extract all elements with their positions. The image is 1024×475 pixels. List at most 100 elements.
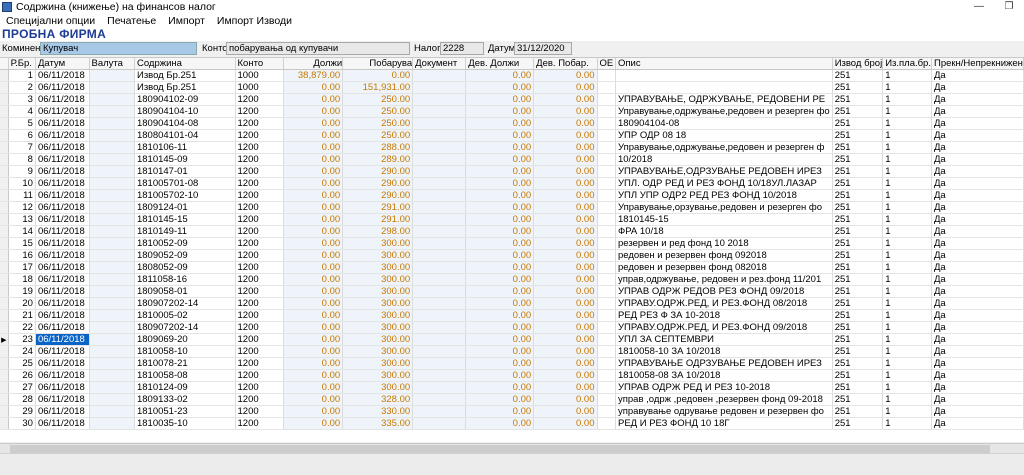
table-cell[interactable]: 25: [8, 357, 36, 370]
table-cell[interactable]: 251: [832, 141, 884, 154]
table-cell[interactable]: Управување,орзување,редовен и резерген ф…: [615, 201, 833, 214]
table-cell[interactable]: 06/11/2018: [35, 393, 90, 406]
table-cell[interactable]: 251: [832, 261, 884, 274]
table-cell[interactable]: 0.00: [283, 189, 344, 202]
table-cell[interactable]: 180907202-14: [134, 297, 236, 310]
table-cell[interactable]: [412, 225, 467, 238]
table-cell[interactable]: [412, 81, 467, 94]
column-header[interactable]: Извод број: [832, 58, 884, 70]
table-cell[interactable]: 12: [8, 201, 36, 214]
table-cell[interactable]: [89, 273, 135, 286]
table-cell[interactable]: 0.00: [465, 93, 535, 106]
table-cell[interactable]: 2: [8, 81, 36, 94]
table-cell[interactable]: [597, 309, 616, 322]
table-cell[interactable]: [89, 381, 135, 394]
table-cell[interactable]: Управување,одржување,редовен и резерген …: [615, 141, 833, 154]
table-cell[interactable]: [597, 417, 616, 430]
table-row[interactable]: 8 06/11/2018 1810145-09 1200 0.00 289.00 0.00 0…: [0, 153, 1024, 166]
table-cell[interactable]: 0.00: [283, 93, 344, 106]
table-row[interactable]: 13 06/11/2018 1810145-15 1200 0.00 291.00 0.00…: [0, 213, 1024, 226]
table-cell[interactable]: Да: [931, 189, 1024, 202]
table-cell[interactable]: 291.00: [342, 213, 414, 226]
table-cell[interactable]: 1200: [235, 405, 284, 418]
table-cell[interactable]: [597, 369, 616, 382]
table-cell[interactable]: 20: [8, 297, 36, 310]
table-cell[interactable]: [412, 141, 467, 154]
table-cell[interactable]: 1811058-16: [134, 273, 236, 286]
table-cell[interactable]: 1200: [235, 165, 284, 178]
table-cell[interactable]: 0.00: [465, 189, 535, 202]
row-indicator[interactable]: [0, 81, 9, 94]
table-cell[interactable]: 0.00: [465, 165, 535, 178]
table-cell[interactable]: Да: [931, 129, 1024, 142]
table-row[interactable]: 25 06/11/2018 1810078-21 1200 0.00 300.00 0.00…: [0, 357, 1024, 370]
row-indicator[interactable]: [0, 417, 9, 430]
table-cell[interactable]: Да: [931, 345, 1024, 358]
table-cell[interactable]: 1: [882, 273, 932, 286]
table-cell[interactable]: 1200: [235, 141, 284, 154]
table-row[interactable]: 4 06/11/2018 180904104-10 1200 0.00 250.00 0.0…: [0, 105, 1024, 118]
table-cell[interactable]: 10: [8, 177, 36, 190]
table-cell[interactable]: 300.00: [342, 309, 414, 322]
table-cell[interactable]: 1200: [235, 357, 284, 370]
table-cell[interactable]: 1: [882, 189, 932, 202]
table-cell[interactable]: 300.00: [342, 357, 414, 370]
table-cell[interactable]: [89, 297, 135, 310]
table-cell[interactable]: 0.00: [533, 81, 598, 94]
table-cell[interactable]: 1200: [235, 225, 284, 238]
table-cell[interactable]: 0.00: [283, 393, 344, 406]
table-cell[interactable]: 251: [832, 321, 884, 334]
row-indicator[interactable]: [0, 225, 9, 238]
table-cell[interactable]: 1000: [235, 69, 284, 82]
table-cell[interactable]: [89, 261, 135, 274]
column-header[interactable]: Конто: [235, 58, 284, 70]
table-cell[interactable]: 0.00: [533, 213, 598, 226]
restore-button[interactable]: ❐: [994, 0, 1024, 13]
table-cell[interactable]: 0.00: [533, 177, 598, 190]
table-cell[interactable]: 06/11/2018: [35, 357, 90, 370]
table-cell[interactable]: 251: [832, 153, 884, 166]
table-cell[interactable]: 9: [8, 165, 36, 178]
column-header[interactable]: Дев. Побар.: [533, 58, 598, 70]
column-header[interactable]: Побарува: [342, 58, 414, 70]
table-cell[interactable]: 0.00: [283, 249, 344, 262]
table-cell[interactable]: РЕД И РЕЗ ФОНД 10 18Г: [615, 417, 833, 430]
table-cell[interactable]: [412, 357, 467, 370]
table-cell[interactable]: 1810124-09: [134, 381, 236, 394]
table-cell[interactable]: 251: [832, 105, 884, 118]
table-row[interactable]: 10 06/11/2018 181005701-08 1200 0.00 290.00 0.…: [0, 177, 1024, 190]
table-cell[interactable]: 0.00: [533, 249, 598, 262]
table-cell[interactable]: 06/11/2018: [35, 297, 90, 310]
table-cell[interactable]: 0.00: [533, 105, 598, 118]
table-cell[interactable]: [412, 93, 467, 106]
nalog-field[interactable]: 2228: [440, 42, 484, 55]
table-cell[interactable]: 0.00: [533, 189, 598, 202]
table-cell[interactable]: 06/11/2018: [35, 309, 90, 322]
row-indicator[interactable]: [0, 93, 9, 106]
table-cell[interactable]: [412, 189, 467, 202]
table-cell[interactable]: [412, 117, 467, 130]
table-cell[interactable]: 0.00: [283, 381, 344, 394]
table-cell[interactable]: [89, 117, 135, 130]
table-cell[interactable]: 38,879.00: [283, 69, 344, 82]
table-cell[interactable]: [89, 321, 135, 334]
table-cell[interactable]: 0.00: [533, 417, 598, 430]
table-cell[interactable]: Да: [931, 405, 1024, 418]
table-cell[interactable]: 0.00: [533, 129, 598, 142]
table-cell[interactable]: УПРАВ ОДРЖ РЕД И РЕЗ 10-2018: [615, 381, 833, 394]
table-cell[interactable]: 250.00: [342, 93, 414, 106]
table-cell[interactable]: [412, 237, 467, 250]
table-cell[interactable]: 0.00: [465, 129, 535, 142]
table-cell[interactable]: Да: [931, 213, 1024, 226]
table-row[interactable]: 27 06/11/2018 1810124-09 1200 0.00 300.00 0.00…: [0, 381, 1024, 394]
table-cell[interactable]: 06/11/2018: [35, 69, 90, 82]
table-cell[interactable]: 0.00: [533, 309, 598, 322]
table-cell[interactable]: 1810058-08 ЗА 10/2018: [615, 369, 833, 382]
table-cell[interactable]: 1200: [235, 393, 284, 406]
table-cell[interactable]: 181005702-10: [134, 189, 236, 202]
table-cell[interactable]: 1200: [235, 93, 284, 106]
table-cell[interactable]: 1810052-09: [134, 237, 236, 250]
table-row[interactable]: 28 06/11/2018 1809133-02 1200 0.00 328.00 0.00…: [0, 393, 1024, 406]
table-cell[interactable]: [597, 249, 616, 262]
table-cell[interactable]: [597, 285, 616, 298]
